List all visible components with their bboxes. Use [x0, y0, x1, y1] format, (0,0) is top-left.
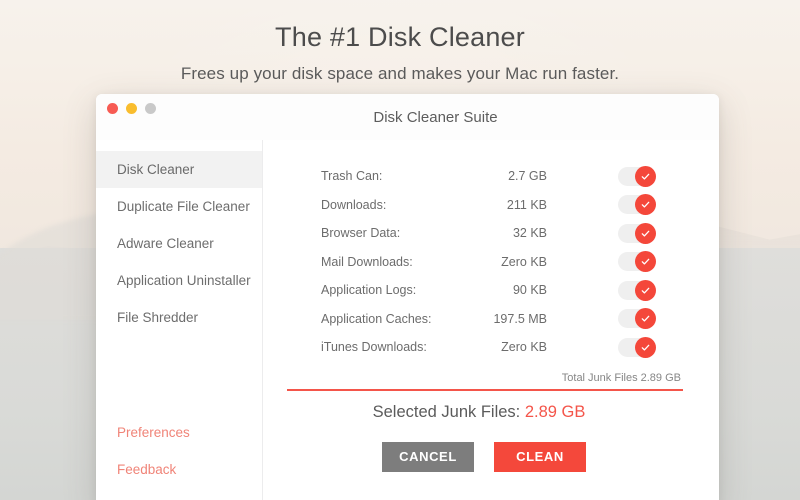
totals-section: Total Junk Files 2.89 GB Selected Junk F…	[287, 372, 695, 422]
junk-items-list: Trash Can: 2.7 GB Downloads: 211 KB Brow…	[287, 162, 695, 362]
junk-item-label: iTunes Downloads:	[321, 340, 427, 355]
sidebar-link-label: Feedback	[117, 462, 177, 477]
main-panel: Trash Can: 2.7 GB Downloads: 211 KB Brow…	[263, 140, 719, 500]
sidebar-link-preferences[interactable]: Preferences	[96, 414, 262, 451]
junk-item-label: Application Caches:	[321, 311, 432, 326]
junk-item-label: Trash Can:	[321, 169, 383, 184]
junk-item-size: 2.7 GB	[508, 169, 547, 184]
junk-row: Application Caches: 197.5 MB	[287, 305, 695, 334]
junk-item-size: 90 KB	[512, 283, 547, 298]
junk-item-label: Downloads:	[321, 197, 387, 212]
check-icon	[635, 222, 656, 244]
junk-item-size: 197.5 MB	[493, 311, 547, 326]
selected-junk-files-amount: 2.89 GB	[524, 402, 586, 421]
sidebar-item-label: Application Uninstaller	[117, 273, 251, 288]
sidebar-links: Preferences Feedback	[96, 414, 262, 500]
sidebar-item-adware-cleaner[interactable]: Adware Cleaner	[96, 225, 262, 262]
junk-toggle-cell	[547, 336, 695, 358]
check-icon	[635, 336, 656, 358]
junk-row: Browser Data: 32 KB	[287, 219, 695, 248]
sidebar-item-label: Disk Cleaner	[117, 162, 195, 177]
selected-junk-files-label: Selected Junk Files:	[372, 402, 521, 421]
junk-item-size: Zero KB	[501, 254, 547, 269]
junk-item-toggle[interactable]	[618, 222, 656, 244]
junk-item-toggle[interactable]	[618, 308, 656, 330]
junk-item-label: Browser Data:	[321, 226, 401, 241]
sidebar-item-disk-cleaner[interactable]: Disk Cleaner	[96, 151, 262, 188]
window-body: Disk Cleaner Duplicate File Cleaner Adwa…	[96, 140, 719, 500]
sidebar-item-application-uninstaller[interactable]: Application Uninstaller	[96, 262, 262, 299]
junk-row: Mail Downloads: Zero KB	[287, 248, 695, 277]
junk-item-toggle[interactable]	[618, 165, 656, 187]
marketing-headline: The #1 Disk Cleaner	[275, 22, 525, 52]
junk-toggle-cell	[547, 279, 695, 301]
junk-item-toggle[interactable]	[618, 194, 656, 216]
check-icon	[635, 165, 656, 187]
junk-item-size: Zero KB	[501, 340, 547, 355]
selected-junk-files-line: Selected Junk Files: 2.89 GB	[287, 403, 683, 422]
junk-item-size: 211 KB	[506, 197, 547, 212]
total-divider	[287, 388, 683, 391]
sidebar-link-label: Preferences	[117, 425, 190, 440]
cancel-button[interactable]: CANCEL	[382, 441, 474, 472]
clean-button[interactable]: CLEAN	[494, 441, 586, 472]
junk-row: Trash Can: 2.7 GB	[287, 162, 695, 191]
page-root: The #1 Disk Cleaner Frees up your disk s…	[0, 0, 800, 500]
window-titlebar: Disk Cleaner Suite	[96, 94, 719, 140]
junk-toggle-cell	[547, 222, 695, 244]
junk-toggle-cell	[547, 251, 695, 273]
junk-item-toggle[interactable]	[618, 336, 656, 358]
marketing-subheadline: Frees up your disk space and makes your …	[180, 64, 620, 83]
junk-item-label: Mail Downloads:	[321, 254, 413, 269]
junk-item-toggle[interactable]	[618, 251, 656, 273]
sidebar-item-label: File Shredder	[117, 310, 199, 325]
junk-item-toggle[interactable]	[618, 279, 656, 301]
junk-item-label: Application Logs:	[321, 283, 417, 298]
sidebar: Disk Cleaner Duplicate File Cleaner Adwa…	[96, 140, 263, 500]
check-icon	[635, 308, 656, 330]
sidebar-item-label: Duplicate File Cleaner	[117, 199, 250, 214]
action-buttons: CANCEL CLEAN	[287, 441, 695, 472]
sidebar-nav-list: Disk Cleaner Duplicate File Cleaner Adwa…	[96, 151, 262, 336]
check-icon	[635, 251, 656, 273]
total-junk-files-label: Total Junk Files 2.89 GB	[561, 371, 681, 384]
junk-row: iTunes Downloads: Zero KB	[287, 333, 695, 362]
junk-toggle-cell	[547, 194, 695, 216]
junk-toggle-cell	[547, 308, 695, 330]
sidebar-item-file-shredder[interactable]: File Shredder	[96, 299, 262, 336]
junk-row: Application Logs: 90 KB	[287, 276, 695, 305]
app-window: Disk Cleaner Suite Disk Cleaner Duplicat…	[96, 94, 719, 500]
check-icon	[635, 279, 656, 301]
sidebar-item-label: Adware Cleaner	[117, 236, 214, 251]
sidebar-item-duplicate-file-cleaner[interactable]: Duplicate File Cleaner	[96, 188, 262, 225]
sidebar-link-feedback[interactable]: Feedback	[96, 451, 262, 488]
junk-row: Downloads: 211 KB	[287, 191, 695, 220]
junk-toggle-cell	[547, 165, 695, 187]
window-title: Disk Cleaner Suite	[373, 109, 498, 126]
check-icon	[635, 194, 656, 216]
junk-item-size: 32 KB	[512, 226, 547, 241]
